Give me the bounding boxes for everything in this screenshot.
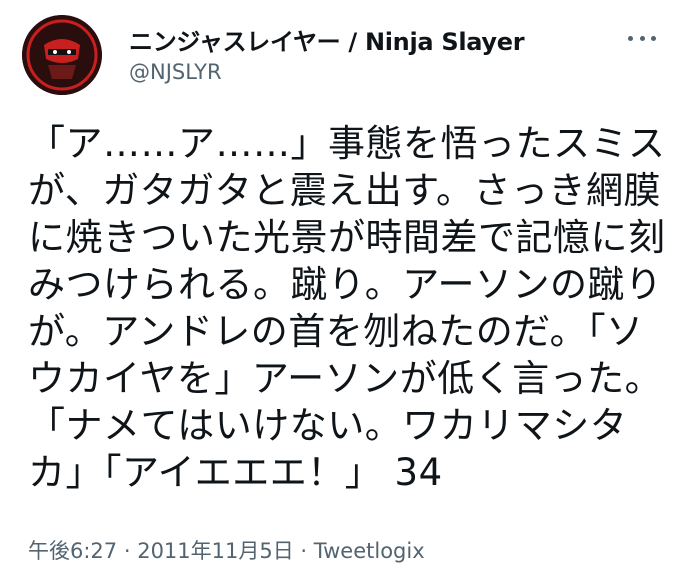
meta-separator: · xyxy=(293,539,314,563)
dot xyxy=(639,35,645,41)
author-handle[interactable]: @NJSLYR xyxy=(129,60,222,84)
avatar[interactable] xyxy=(22,15,102,95)
tweet-line: 「ア……ア……」事態を悟ったスミス xyxy=(28,122,666,165)
ninja-avatar-image xyxy=(22,15,102,95)
tweet-line: 「ナメてはいけない。ワカリマシタ xyxy=(28,404,628,447)
more-options-icon[interactable] xyxy=(624,26,660,50)
tweet-meta: 午後6:27 · 2011年11月5日 · Tweetlogix xyxy=(28,535,425,565)
tweet-text: 「ア……ア……」事態を悟ったスミス が、ガタガタと震え出す。さっき網膜 に焼きつ… xyxy=(28,120,666,496)
tweet-date[interactable]: 2011年11月5日 xyxy=(137,539,294,563)
dot xyxy=(651,35,656,41)
tweet-time[interactable]: 午後6:27 xyxy=(28,539,117,563)
tweet-source[interactable]: Tweetlogix xyxy=(314,539,425,563)
tweet-line: に焼きついた光景が時間差で記憶に刻 xyxy=(28,216,666,259)
tweet-line: ウカイヤを」アーソンが低く言った。 xyxy=(28,357,663,400)
tweet-line: みつけられる。蹴り。アーソンの蹴り xyxy=(28,263,663,306)
dot xyxy=(628,35,633,41)
tweet-line: カ」「アイエエエ！」 34 xyxy=(28,451,443,494)
tweet-line: が。アンドレの首を刎ねたのだ。「ソ xyxy=(28,310,644,353)
author-display-name[interactable]: ニンジャスレイヤー / Ninja Slayer xyxy=(129,22,525,57)
meta-separator: · xyxy=(117,539,138,563)
tweet-line: が、ガタガタと震え出す。さっき網膜 xyxy=(28,169,662,212)
